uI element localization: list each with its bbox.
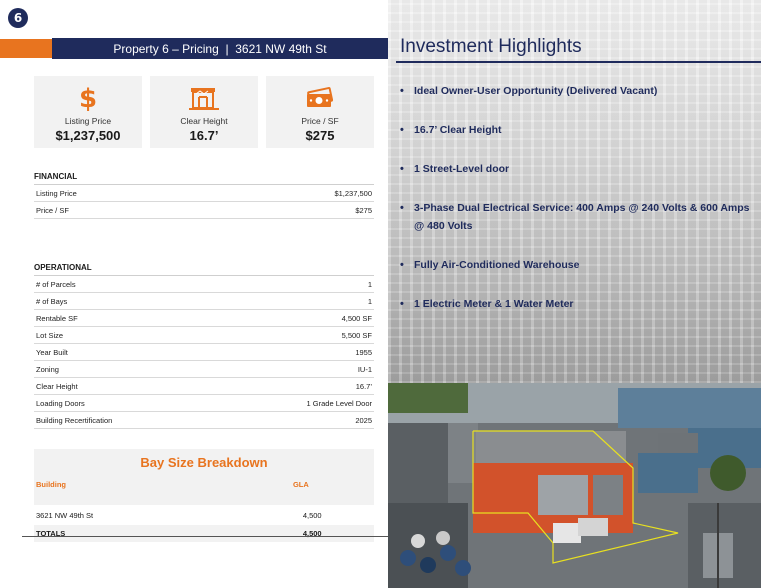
page-number-badge: 6 (8, 8, 28, 28)
row-label: Clear Height (36, 381, 78, 391)
kpi-card-price-per-sf: Price / SF $275 (266, 76, 374, 148)
page-title: Property 6 – Pricing | 3621 NW 49th St (52, 38, 388, 59)
list-item: Fully Air-Conditioned Warehouse (400, 256, 752, 274)
kpi-cards: $ Listing Price $1,237,500 Clear Height … (34, 76, 374, 148)
section-title: OPERATIONAL (34, 263, 374, 276)
bay-size-breakdown: Bay Size Breakdown Building GLA 3621 NW … (34, 449, 374, 542)
totals-row: TOTALS 4,500 (34, 525, 374, 542)
header-accent-strip (0, 39, 52, 58)
list-item: 1 Street-Level door (400, 160, 752, 178)
bay-title: Bay Size Breakdown (140, 455, 268, 470)
row-value: 1 (367, 279, 372, 289)
kpi-card-listing-price: $ Listing Price $1,237,500 (34, 76, 142, 148)
bay-header: Bay Size Breakdown Building GLA (34, 449, 374, 505)
bay-building: 3621 NW 49th St (36, 510, 94, 520)
kpi-label: Price / SF (301, 116, 339, 126)
section-title: FINANCIAL (34, 172, 374, 185)
kpi-value: $1,237,500 (55, 128, 121, 143)
table-row: Listing Price $1,237,500 (34, 185, 374, 202)
table-row: Price / SF $275 (34, 202, 374, 219)
row-value: 2025 (355, 415, 372, 425)
table-row: Building Recertification 2025 (34, 412, 374, 429)
highlights-list: Ideal Owner-User Opportunity (Delivered … (400, 82, 752, 334)
footer-divider (22, 536, 388, 537)
kpi-card-clear-height: Clear Height 16.7’ (150, 76, 258, 148)
col-gla: GLA (292, 480, 309, 489)
row-label: Loading Doors (36, 398, 85, 408)
row-label: Zoning (36, 364, 59, 374)
row-label: Price / SF (36, 205, 69, 215)
row-value: 1 (367, 296, 372, 306)
table-row: # of Parcels 1 (34, 276, 374, 293)
cash-icon (303, 84, 337, 112)
table-row: Rentable SF 4,500 SF (34, 310, 374, 327)
row-value: 1 Grade Level Door (306, 398, 372, 408)
kpi-value: 16.7’ (189, 128, 219, 143)
row-value: 1955 (355, 347, 372, 357)
list-item: 1 Electric Meter & 1 Water Meter (400, 295, 752, 313)
row-value: $1,237,500 (334, 188, 372, 198)
row-value: $275 (355, 205, 372, 215)
bay-column-headers: Building GLA (34, 480, 374, 489)
highlights-title: Investment Highlights (400, 36, 582, 57)
row-label: # of Parcels (36, 279, 76, 289)
row-label: Rentable SF (36, 313, 78, 323)
list-item: Ideal Owner-User Opportunity (Delivered … (400, 82, 752, 100)
property-aerial-photo (388, 383, 761, 588)
row-label: Listing Price (36, 188, 77, 198)
list-item: 3-Phase Dual Electrical Service: 400 Amp… (400, 199, 752, 235)
operational-table: OPERATIONAL # of Parcels 1 # of Bays 1 R… (34, 263, 374, 429)
row-label: # of Bays (36, 296, 68, 306)
svg-text:$: $ (79, 84, 97, 112)
table-row: 3621 NW 49th St 4,500 (34, 505, 374, 525)
row-label: Building Recertification (36, 415, 113, 425)
row-label: Year Built (36, 347, 68, 357)
row-value: 16.7’ (355, 381, 372, 391)
row-value: 4,500 SF (341, 313, 372, 323)
kpi-label: Clear Height (180, 116, 228, 126)
dollar-icon: $ (78, 84, 98, 112)
warehouse-icon (187, 84, 221, 112)
table-row: Lot Size 5,500 SF (34, 327, 374, 344)
kpi-label: Listing Price (64, 116, 112, 126)
row-label: Lot Size (36, 330, 64, 340)
table-row: Zoning IU-1 (34, 361, 374, 378)
kpi-value: $275 (305, 128, 335, 143)
financial-table: FINANCIAL Listing Price $1,237,500 Price… (34, 172, 374, 219)
table-row: Loading Doors 1 Grade Level Door (34, 395, 374, 412)
bay-gla: 4,500 (302, 510, 322, 520)
col-building: Building (36, 480, 66, 489)
row-value: 5,500 SF (341, 330, 372, 340)
table-row: Year Built 1955 (34, 344, 374, 361)
highlights-divider (396, 61, 761, 63)
table-row: # of Bays 1 (34, 293, 374, 310)
list-item: 16.7’ Clear Height (400, 121, 752, 139)
table-row: Clear Height 16.7’ (34, 378, 374, 395)
row-value: IU-1 (357, 364, 372, 374)
